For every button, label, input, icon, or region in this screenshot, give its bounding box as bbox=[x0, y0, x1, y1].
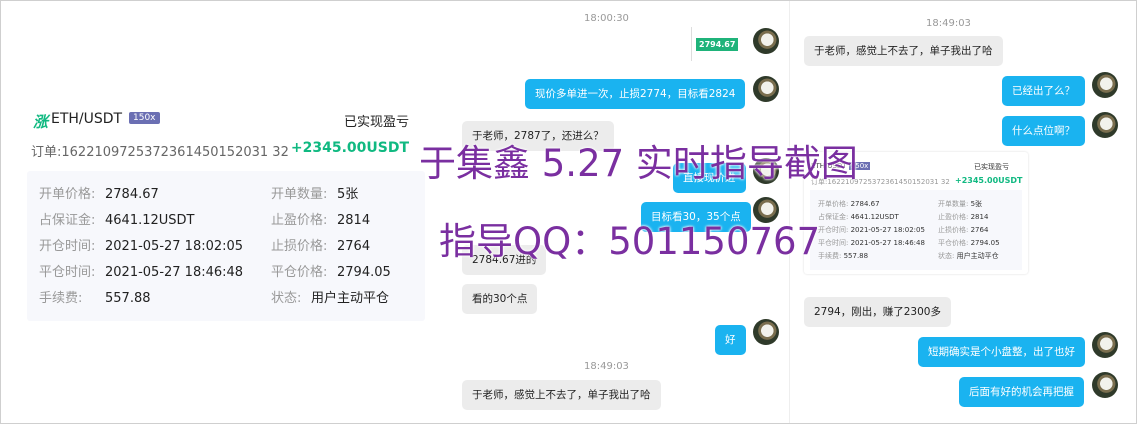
timestamp: 18:49:03 bbox=[584, 361, 629, 372]
field-fee: 手续费: 557.88 bbox=[39, 291, 151, 306]
chat-message-out: 什么点位啊？ bbox=[1002, 116, 1085, 146]
chat-message-out: 好 bbox=[715, 325, 746, 355]
chat-message-out: 后面有好的机会再把握 bbox=[959, 377, 1084, 407]
chat-message-out: 已经出了么？ bbox=[1002, 76, 1085, 106]
avatar[interactable] bbox=[1092, 332, 1118, 358]
chat-message-in: 2794，刚出，赚了2300多 bbox=[804, 297, 951, 327]
rise-logo-icon: 涨 bbox=[33, 113, 49, 131]
field-close-time: 平仓时间: 2021-05-27 18:46:48 bbox=[39, 265, 244, 280]
avatar[interactable] bbox=[1092, 112, 1118, 138]
field-stop-loss: 止损价格: 2764 bbox=[271, 239, 371, 254]
chat-message-in: 看的30个点 bbox=[462, 284, 538, 314]
chat-message-out: 现价多单进一次，止损2774，目标看2824 bbox=[525, 79, 746, 109]
pnl-label: 已实现盈亏 bbox=[974, 163, 1009, 171]
chat-message-out: 短期确实是个小盘整，出了也好 bbox=[918, 337, 1085, 367]
field-status: 状态: 用户主动平仓 bbox=[271, 291, 390, 306]
field-take-profit: 止盈价格: 2814 bbox=[271, 213, 371, 228]
avatar[interactable] bbox=[753, 28, 779, 54]
order-id: 订单:1622109725372361450152031 32 bbox=[31, 145, 289, 160]
field-open-time: 开仓时间: 2021-05-27 18:02:05 bbox=[39, 239, 244, 254]
avatar[interactable] bbox=[753, 76, 779, 102]
pnl-label: 已实现盈亏 bbox=[343, 115, 409, 130]
watermark-qq: 指导QQ：501150767 bbox=[439, 220, 821, 263]
chat-message-in: 于老师，感觉上不去了，单子我出了哈 bbox=[804, 36, 1003, 66]
field-close-price: 平仓价格: 2794.05 bbox=[271, 265, 391, 280]
trading-pair: ETH/USDT bbox=[51, 111, 123, 127]
field-open-qty: 开单数量: 5张 bbox=[271, 187, 359, 202]
field-margin: 占保证金: 4641.12USDT bbox=[39, 213, 195, 228]
leverage-badge: 150x bbox=[129, 112, 160, 124]
screenshot-frame: 18:00:30 2794.67 现价多单进一次，止损2774，目标看2824 … bbox=[0, 0, 1137, 424]
watermark-title: 于集鑫 5.27 实时指导截图 bbox=[419, 142, 858, 185]
price-tag: 2794.67 bbox=[696, 38, 739, 51]
avatar[interactable] bbox=[753, 319, 779, 345]
image-message[interactable]: 2794.67 bbox=[691, 27, 741, 61]
pnl-value: +2345.00USDT bbox=[955, 176, 1023, 185]
chat-message-in: 于老师，感觉上不去了，单子我出了哈 bbox=[462, 380, 661, 410]
timestamp: 18:00:30 bbox=[584, 13, 629, 24]
order-card: 涨 ETH/USDT 150x 已实现盈亏 订单:162210972537236… bbox=[13, 101, 431, 326]
order-detail: 开单价格: 2784.67 开单数量: 5张 占保证金: 4641.12USDT… bbox=[810, 190, 1022, 270]
avatar[interactable] bbox=[1092, 372, 1118, 398]
field-open-price: 开单价格: 2784.67 bbox=[39, 187, 159, 202]
pnl-value: +2345.00USDT bbox=[290, 140, 409, 156]
order-detail: 开单价格: 2784.67 开单数量: 5张 占保证金: 4641.12USDT 止盈… bbox=[27, 171, 425, 321]
avatar[interactable] bbox=[1092, 72, 1118, 98]
timestamp: 18:49:03 bbox=[926, 18, 971, 29]
